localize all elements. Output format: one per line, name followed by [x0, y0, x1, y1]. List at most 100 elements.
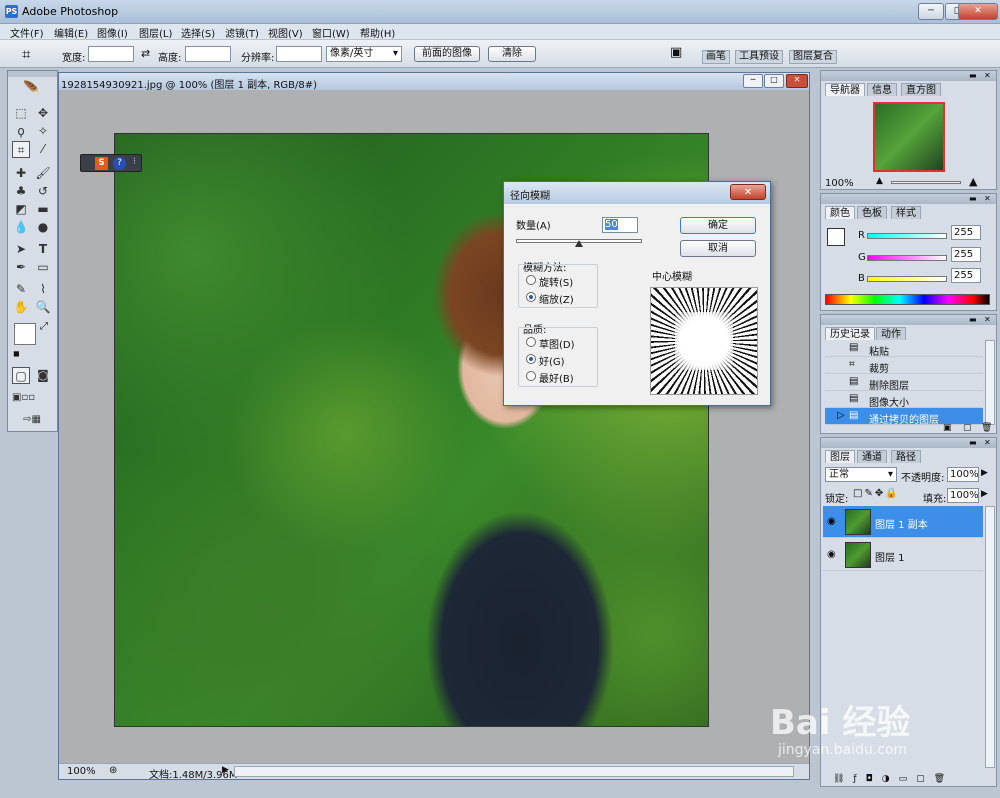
panel-minimize-icon[interactable]: ▬ [969, 315, 977, 324]
history-scrollbar[interactable] [985, 340, 995, 425]
quality-draft-label[interactable]: 草图(D) [539, 336, 575, 351]
toolbox-grip[interactable] [8, 71, 57, 77]
panel-close-icon[interactable]: ✕ [984, 315, 991, 324]
healing-brush-tool-icon[interactable]: ✚ [12, 165, 30, 182]
method-zoom-radio[interactable] [526, 292, 536, 302]
brush-tool-icon[interactable]: 🖌 [34, 165, 52, 182]
hand-tool-icon[interactable]: ✋ [12, 299, 30, 316]
tab-info[interactable]: 信息 [867, 83, 897, 96]
menu-layer[interactable]: 图层(L) [139, 25, 172, 40]
blue-value-input[interactable]: 255 [951, 268, 981, 283]
resolution-input[interactable] [276, 46, 322, 62]
tab-layer-comps[interactable]: 图层复合 [789, 50, 837, 64]
layer-actions-icons[interactable]: ⛓ƒ◘◑▭▢🗑 [833, 774, 954, 784]
menu-window[interactable]: 窗口(W) [312, 25, 350, 40]
layers-scrollbar[interactable] [985, 506, 995, 768]
move-tool-icon[interactable]: ✥ [34, 105, 52, 122]
blur-center-preview[interactable] [650, 287, 758, 395]
tab-color[interactable]: 颜色 [825, 206, 855, 219]
method-spin-label[interactable]: 旋转(S) [539, 274, 573, 289]
clone-stamp-tool-icon[interactable]: ♣ [12, 183, 30, 200]
swap-colors-icon[interactable]: ⤢ [40, 321, 48, 332]
dialog-close-button[interactable]: ✕ [730, 184, 766, 200]
menu-select[interactable]: 选择(S) [181, 25, 215, 40]
standard-mode-icon[interactable]: ▢ [12, 367, 30, 384]
doc-maximize-button[interactable]: □ [764, 74, 784, 88]
tab-layers[interactable]: 图层 [825, 450, 855, 463]
jump-to-imageready-icon[interactable]: ⇨▦ [12, 411, 52, 428]
dialog-titlebar[interactable]: 径向模糊 ✕ [504, 182, 770, 204]
menu-help[interactable]: 帮助(H) [360, 25, 395, 40]
doc-minimize-button[interactable]: ─ [743, 74, 763, 88]
menu-file[interactable]: 文件(F) [10, 25, 44, 40]
quick-mask-mode-icon[interactable]: ◙ [34, 367, 52, 384]
tab-actions[interactable]: 动作 [876, 327, 906, 340]
panel-close-icon[interactable]: ✕ [984, 438, 991, 447]
type-tool-icon[interactable]: T [34, 241, 52, 258]
height-input[interactable] [185, 46, 231, 62]
tab-histogram[interactable]: 直方图 [901, 83, 941, 96]
tab-history[interactable]: 历史记录 [825, 327, 875, 340]
fill-arrow-icon[interactable]: ▶ [981, 489, 988, 499]
eyedropper-tool-icon[interactable]: ⌇ [34, 281, 52, 298]
zoom-level[interactable]: 100% [67, 766, 96, 777]
marquee-tool-icon[interactable]: ⬚ [12, 105, 30, 122]
lasso-tool-icon[interactable]: ϙ [12, 123, 30, 140]
default-colors-icon[interactable]: ◼ [13, 349, 20, 358]
lock-options-icons[interactable]: □✎✥🔒 [853, 488, 900, 499]
new-document-icon[interactable]: ▢ [963, 423, 972, 433]
menu-view[interactable]: 视图(V) [268, 25, 303, 40]
panel-minimize-icon[interactable]: ▬ [969, 438, 977, 447]
magic-wand-tool-icon[interactable]: ✧ [34, 123, 52, 140]
width-input[interactable] [88, 46, 134, 62]
method-zoom-label[interactable]: 缩放(Z) [539, 291, 574, 306]
color-spectrum-bar[interactable] [825, 294, 990, 305]
menu-edit[interactable]: 编辑(E) [54, 25, 88, 40]
status-info-icon[interactable]: ⊛ [109, 765, 117, 776]
quality-good-label[interactable]: 好(G) [539, 353, 565, 368]
zoom-in-icon[interactable]: ▲ [969, 175, 977, 188]
new-snapshot-icon[interactable]: ▣ [943, 423, 952, 433]
zoom-out-icon[interactable]: ▲ [876, 176, 883, 186]
amount-input[interactable]: 50 [602, 217, 638, 233]
tab-styles[interactable]: 样式 [891, 206, 921, 219]
crop-tool-icon[interactable]: ⌗ [12, 141, 30, 158]
navigator-zoom[interactable]: 100% [825, 178, 854, 189]
trash-icon[interactable]: 🗑 [981, 423, 992, 433]
panel-close-icon[interactable]: ✕ [984, 71, 991, 80]
menu-filter[interactable]: 滤镜(T) [225, 25, 259, 40]
blur-tool-icon[interactable]: 💧 [12, 219, 30, 236]
history-item[interactable]: ⌗ 裁剪 [825, 357, 983, 375]
resolution-unit-select[interactable]: 像素/英寸 ▾ [326, 46, 402, 62]
quality-best-radio[interactable] [526, 371, 536, 381]
ok-button[interactable]: 确定 [680, 217, 756, 234]
feather-logo-icon[interactable]: 🪶 [12, 81, 52, 99]
history-item-selected[interactable]: ▷ ▤ 通过拷贝的图层 [825, 408, 983, 426]
screen-mode-icon[interactable]: ▣▫▫ [12, 389, 35, 406]
foreground-color-swatch[interactable] [14, 323, 36, 345]
history-item[interactable]: ▤ 图像大小 [825, 391, 983, 409]
tab-tool-presets[interactable]: 工具预设 [735, 50, 783, 64]
green-value-input[interactable]: 255 [951, 247, 981, 262]
history-brush-tool-icon[interactable]: ↺ [34, 183, 52, 200]
doc-close-button[interactable]: ✕ [786, 74, 808, 88]
help-icon[interactable]: ? [113, 157, 126, 170]
history-item[interactable]: ▤ 删除图层 [825, 374, 983, 392]
path-selection-tool-icon[interactable]: ➤ [12, 241, 30, 258]
blend-mode-select[interactable]: 正常 ▾ [825, 467, 897, 482]
opacity-input[interactable]: 100% [947, 467, 979, 482]
sogou-ime-icon[interactable]: S [95, 157, 108, 170]
layer-row[interactable]: ◉ 图层 1 [823, 539, 983, 571]
chevron-down-icon[interactable]: ⁝ [133, 157, 136, 167]
document-titlebar[interactable]: 1928154930921.jpg @ 100% (图层 1 副本, RGB/8… [59, 73, 809, 91]
dodge-tool-icon[interactable]: ● [34, 219, 52, 236]
navigator-zoom-slider[interactable] [891, 181, 961, 184]
eye-icon[interactable]: ◉ [827, 516, 836, 527]
slice-tool-icon[interactable]: ⁄ [34, 141, 52, 158]
amount-slider-thumb[interactable] [575, 240, 583, 247]
tab-channels[interactable]: 通道 [857, 450, 887, 463]
panel-minimize-icon[interactable]: ▬ [969, 71, 977, 80]
panel-close-icon[interactable]: ✕ [984, 194, 991, 203]
history-item[interactable]: ▤ 粘贴 [825, 340, 983, 358]
color-foreground-swatch[interactable] [827, 228, 845, 246]
